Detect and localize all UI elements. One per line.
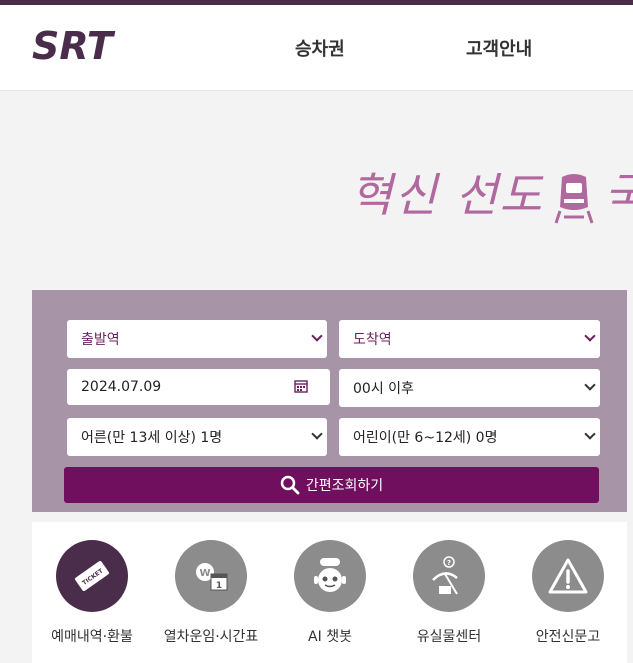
adult-count-select[interactable]: 어른(만 13세 이상) 1명 [67, 418, 327, 456]
chevron-down-icon [584, 379, 596, 391]
search-icon [280, 475, 300, 495]
nav-customer-guide[interactable]: 고객안내 [466, 35, 532, 61]
departure-select[interactable]: 출발역 [67, 320, 327, 358]
chatbot-icon [294, 540, 366, 612]
lost-found-icon: ? [413, 540, 485, 612]
time-value: 00시 이후 [353, 381, 414, 397]
train-icon [554, 174, 594, 224]
warning-icon [532, 540, 604, 612]
quick-menu-label: 열차운임·시간표 [163, 629, 259, 645]
child-count-select[interactable]: 어린이(만 6~12세) 0명 [339, 418, 600, 456]
quick-menu-label: 유실물센터 [416, 629, 482, 645]
calendar-icon[interactable] [294, 379, 308, 393]
nav-tickets[interactable]: 승차권 [295, 35, 345, 61]
banner-slogan: 혁신 선도 국 [350, 159, 633, 225]
srt-logo[interactable]: SRT [30, 27, 152, 67]
quick-search-panel: 출발역 도착역 2024.07.09 00시 이후 어른(만 13세 이상) 1… [32, 290, 627, 512]
quick-menu-label: AI 챗봇 [308, 629, 352, 645]
arrival-value: 도착역 [353, 332, 392, 348]
quick-menu-chatbot[interactable]: AI 챗봇 [270, 540, 390, 646]
fare-timetable-icon: W 1 [175, 540, 247, 612]
svg-text:1: 1 [216, 581, 222, 591]
quick-menu-label: 예매내역·환불 [51, 629, 133, 645]
banner-text-left: 혁신 선도 [350, 168, 544, 222]
child-value: 어린이(만 6~12세) 0명 [353, 430, 498, 446]
search-button-label: 간편조회하기 [305, 478, 384, 494]
chevron-down-icon [584, 428, 596, 440]
chevron-down-icon [584, 330, 596, 342]
quick-menu-reservation[interactable]: TICKET 예매내역·환불 [32, 540, 152, 646]
quick-menu-lost-found[interactable]: ? 유실물센터 [389, 540, 509, 646]
date-value: 2024.07.09 [81, 379, 162, 395]
svg-text:W: W [199, 568, 210, 579]
banner-text-right: 국 [604, 168, 633, 222]
chevron-down-icon [311, 428, 323, 440]
quick-search-button[interactable]: 간편조회하기 [64, 467, 599, 503]
logo-text: SRT [32, 27, 116, 67]
date-input[interactable]: 2024.07.09 [67, 369, 330, 405]
quick-menu: TICKET 예매내역·환불 W 1 열차운임·시간표 AI 챗봇 ? 유실물센… [32, 522, 627, 663]
svg-text:?: ? [447, 559, 451, 567]
header: SRT 승차권 고객안내 [0, 5, 633, 91]
quick-menu-safety-report[interactable]: 안전신문고 [508, 540, 628, 646]
ticket-icon: TICKET [56, 540, 128, 612]
quick-menu-label: 안전신문고 [535, 629, 601, 645]
hero-banner: 혁신 선도 국 [0, 91, 633, 291]
chevron-down-icon [311, 330, 323, 342]
departure-value: 출발역 [81, 332, 120, 348]
time-select[interactable]: 00시 이후 [339, 369, 600, 407]
arrival-select[interactable]: 도착역 [339, 320, 600, 358]
adult-value: 어른(만 13세 이상) 1명 [81, 430, 223, 446]
quick-menu-fare-timetable[interactable]: W 1 열차운임·시간표 [151, 540, 271, 646]
